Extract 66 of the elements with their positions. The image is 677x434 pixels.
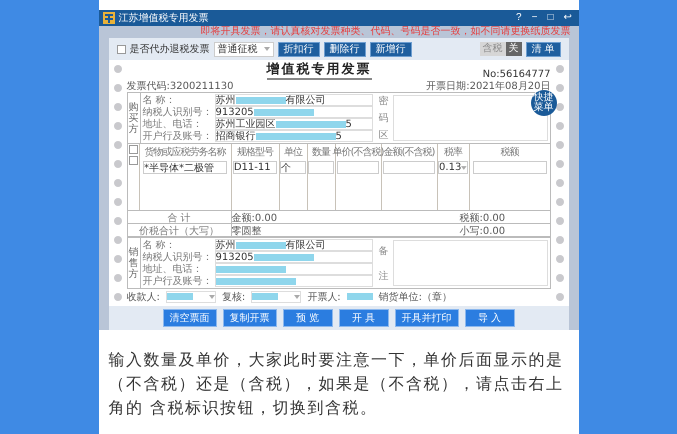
field-label: 地址、电话： bbox=[142, 118, 204, 130]
column-header: 金额(不含税) bbox=[384, 146, 434, 159]
quick-menu-button[interactable]: 快捷菜单 bbox=[530, 90, 556, 116]
column-header: 货物或应税劳务名称 bbox=[144, 146, 226, 159]
area-label: 注 bbox=[378, 270, 388, 282]
field-label: 地址、电话： bbox=[142, 262, 204, 276]
amount-in-words: 零圆整 bbox=[232, 225, 262, 238]
column-header: 税率 bbox=[444, 146, 462, 159]
field-value[interactable]: 913205 bbox=[214, 251, 372, 263]
field-label: 开户行及账号： bbox=[142, 274, 214, 288]
window-control[interactable]: − bbox=[528, 11, 540, 25]
column-header: 单价(不含税) bbox=[332, 146, 384, 159]
column-header: 税额 bbox=[500, 146, 518, 159]
field-label: 名 称： bbox=[142, 94, 177, 106]
signer-label: 复核: bbox=[222, 290, 246, 304]
area-label: 备 bbox=[378, 244, 388, 258]
action-button[interactable]: 导 入 bbox=[464, 309, 514, 327]
action-button[interactable]: 开具并打印 bbox=[394, 309, 458, 327]
table-cell[interactable]: 0.13 bbox=[438, 161, 468, 174]
amount-in-figures: 小写:0.00 bbox=[460, 224, 506, 238]
column-header: 规格型号 bbox=[237, 146, 273, 159]
action-button[interactable]: 复制开票 bbox=[222, 309, 276, 327]
total-tax: 税额:0.00 bbox=[460, 212, 506, 225]
row-button[interactable]: 新增行 bbox=[370, 42, 412, 56]
caption-paragraph: 输入数量及单价，大家此时要注意一下，单价后面显示的是（不含税）还是（含税），如果是（不含税），请点击右上角的 含税标识按钮，切换到含税。 bbox=[108, 349, 564, 419]
window-title: 江苏增值税专用发票 bbox=[118, 12, 210, 25]
field-value[interactable]: 913205 bbox=[214, 106, 372, 118]
area-label: 码 bbox=[378, 112, 388, 125]
table-cell[interactable]: D11-11 bbox=[232, 161, 278, 174]
invoice-code: 发票代码:3200211130 bbox=[126, 80, 234, 93]
total-amount: 金额:0.00 bbox=[232, 212, 278, 225]
action-button[interactable]: 开 具 bbox=[338, 309, 388, 327]
total-label: 合 计 bbox=[128, 211, 232, 225]
field-value[interactable]: 苏州 有限公司 bbox=[214, 94, 372, 106]
grand-total-label: 价税合计（大写） bbox=[128, 224, 232, 238]
area-label: 区 bbox=[378, 128, 388, 142]
signer-label: 收款人: bbox=[126, 290, 160, 304]
signer-label: 开票人: bbox=[307, 290, 341, 304]
field-label: 名 称： bbox=[142, 239, 177, 252]
field-label: 开户行及账号： bbox=[142, 130, 214, 143]
checkbox-label: 是否代办退税发票 bbox=[130, 42, 210, 56]
action-button[interactable]: 预 览 bbox=[282, 309, 332, 327]
column-header: 数量 bbox=[312, 146, 330, 159]
window-control[interactable]: ↩ bbox=[560, 11, 574, 25]
field-label: 纳税人识别号： bbox=[142, 106, 214, 118]
signer-label: 销货单位:（章） bbox=[378, 290, 452, 304]
column-header: 单位 bbox=[284, 146, 302, 159]
field-label: 纳税人识别号： bbox=[142, 250, 214, 264]
table-cell[interactable]: 个 bbox=[280, 161, 306, 174]
field-value[interactable]: 苏州 有限公司 bbox=[214, 239, 372, 251]
window-control[interactable]: □ bbox=[544, 11, 556, 25]
invoice-title: 增值税专用发票 bbox=[266, 60, 372, 80]
invoice-date: 开票日期:2021年08月20日 bbox=[426, 80, 550, 92]
list-button[interactable]: 清 单 bbox=[526, 42, 560, 56]
action-button[interactable]: 清空票面 bbox=[162, 309, 216, 327]
row-button[interactable]: 折扣行 bbox=[278, 42, 320, 56]
tax-mode-select[interactable]: 普通征税 bbox=[214, 42, 274, 56]
row-button[interactable]: 删除行 bbox=[324, 42, 366, 56]
area-label: 密 bbox=[378, 94, 388, 108]
table-cell[interactable]: *半导体*二极管 bbox=[143, 161, 227, 174]
window-control[interactable]: ? bbox=[513, 11, 525, 25]
party-label: 购买方 bbox=[128, 102, 138, 134]
party-label: 销售方 bbox=[128, 246, 138, 280]
invoice-number: No:56164777 bbox=[482, 69, 550, 80]
warning-notice: 即将开具发票，请认真核对发票种类、代码、号码是否一致，如不同请更换纸质发票 bbox=[200, 26, 572, 38]
field-value[interactable]: 苏州工业园区 5 bbox=[214, 118, 372, 130]
